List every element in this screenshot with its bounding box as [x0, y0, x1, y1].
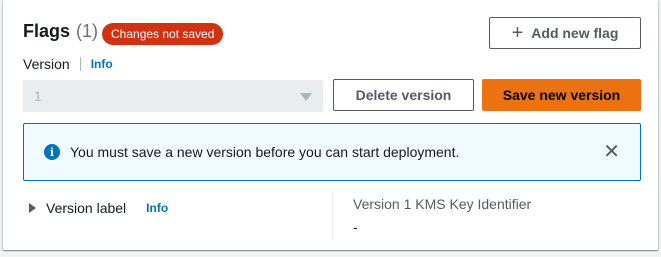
divider [79, 57, 81, 71]
add-new-flag-label: Add new flag [531, 25, 619, 41]
delete-version-button[interactable]: Delete version [333, 79, 474, 111]
plus-icon: + [511, 22, 524, 44]
flag-count: (1) [76, 21, 99, 41]
kms-key-value: - [353, 219, 358, 235]
save-new-version-button[interactable]: Save new version [482, 79, 641, 111]
alert-message: You must save a new version before you c… [70, 144, 460, 160]
info-circle-icon: i [44, 144, 60, 160]
version-label: Version [23, 56, 70, 72]
flags-panel: Flags (1) Changes not saved + Add new fl… [3, 0, 658, 250]
info-alert: i You must save a new version before you… [23, 123, 641, 181]
version-label-toggle: Version label [46, 200, 127, 216]
version-select-value: 1 [34, 88, 42, 104]
caret-down-icon [300, 93, 312, 101]
status-badge: Changes not saved [102, 23, 224, 45]
version-info-link[interactable]: Info [91, 57, 113, 71]
version-field-label: Version Info [23, 56, 113, 72]
version-select[interactable]: 1 [23, 80, 323, 112]
add-new-flag-button[interactable]: + Add new flag [489, 17, 641, 49]
version-label-expander[interactable]: Version label Info [29, 200, 168, 216]
column-divider [332, 192, 333, 240]
version-label-info-link[interactable]: Info [146, 201, 168, 215]
title-text: Flags [23, 21, 71, 41]
page-title: Flags (1) [23, 21, 98, 42]
kms-key-label: Version 1 KMS Key Identifier [353, 196, 532, 212]
delete-version-label: Delete version [355, 87, 452, 103]
caret-right-icon [29, 203, 36, 213]
save-new-version-label: Save new version [502, 87, 621, 103]
close-icon[interactable]: ✕ [603, 142, 620, 162]
